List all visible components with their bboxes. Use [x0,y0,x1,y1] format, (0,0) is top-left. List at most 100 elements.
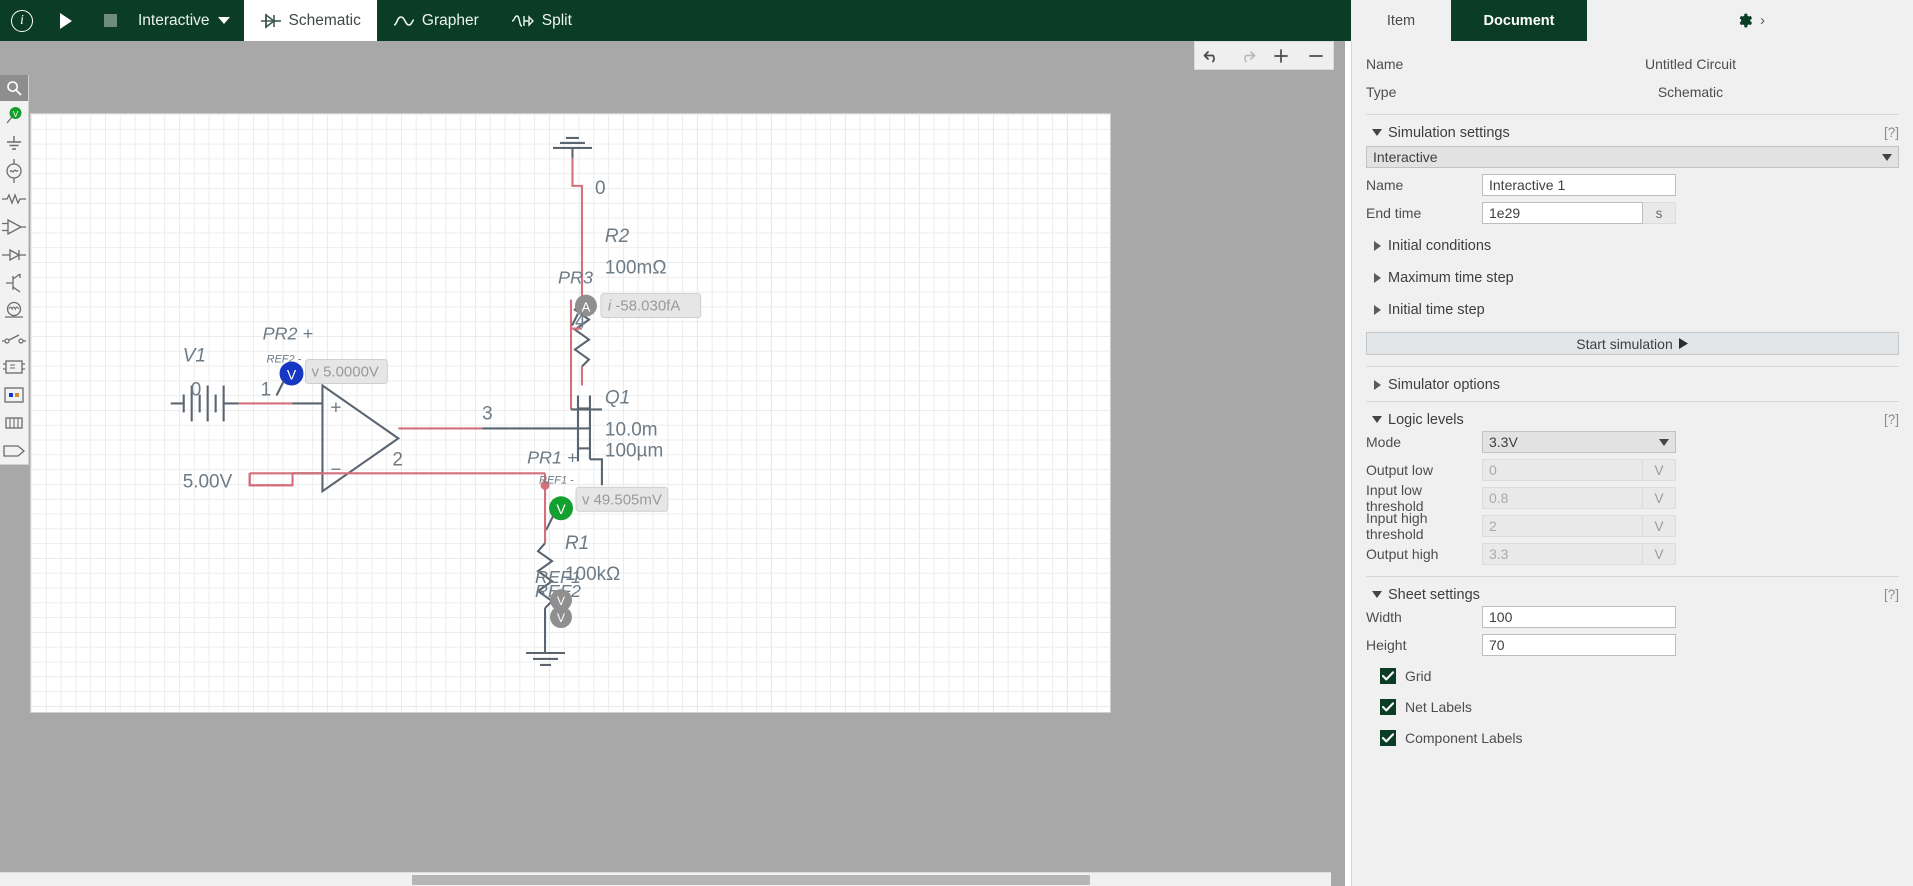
stop-icon[interactable] [88,0,132,41]
section-logic-levels[interactable]: Logic levels [?] [1366,401,1899,428]
logic-mode-row: Mode 3.3V [1366,431,1899,453]
end-time-label: End time [1366,205,1422,221]
doc-name-row: Name Untitled Circuit [1366,53,1899,75]
search-icon [7,81,22,96]
section-sheet-settings[interactable]: Sheet settings [?] [1366,576,1899,603]
section-maximum-time-step[interactable]: Maximum time step [1366,266,1899,290]
checkbox-component-labels[interactable]: Component Labels [1380,726,1899,749]
gear-icon [1739,13,1752,28]
tab-split[interactable]: Split [495,0,588,41]
sheet-settings-title: Sheet settings [1388,586,1480,603]
motor-tool[interactable] [0,297,28,325]
checkbox-net-labels-label: Net Labels [1405,698,1472,715]
initial-time-step-title: Initial time step [1388,302,1485,318]
sheet-settings-help-icon[interactable]: [?] [1884,587,1899,602]
PR1-label: PR1 + [527,447,577,467]
logic-mode-dropdown[interactable]: 3.3V [1482,431,1676,453]
resistor-tool[interactable] [0,185,28,213]
checkbox-net-labels[interactable]: Net Labels [1380,695,1899,718]
checkbox-grid-box[interactable] [1380,667,1396,684]
horizontal-scroll-thumb[interactable] [412,875,1090,885]
expand-chevron-icon[interactable]: › [1760,12,1765,29]
section-simulator-options[interactable]: Simulator options [1366,366,1899,393]
label-tool[interactable] [0,437,28,465]
simulation-help-icon[interactable]: [?] [1884,125,1899,140]
subcircuit-icon [4,387,24,403]
output-low-unit: V [1643,459,1676,481]
search-tool-button[interactable] [0,75,28,101]
analysis-type-dropdown[interactable]: Interactive [1366,146,1899,168]
input-high-threshold-input: 2 [1482,515,1643,537]
zoom-in-button[interactable] [1267,45,1295,67]
redo-icon[interactable] [1233,45,1261,67]
motor-icon [5,301,23,318]
PR3-label: PR3 [558,268,593,288]
start-simulation-label: Start simulation [1576,335,1673,352]
section-simulation-settings[interactable]: Simulation settings [?] [1366,114,1899,141]
schematic-canvas[interactable]: .wire{stroke:#d4707c;stroke-width:2.1;fi… [0,41,1345,886]
connector-tool[interactable] [0,409,28,437]
simulation-mode-dropdown[interactable]: Interactive [132,0,244,41]
doc-type-row: Type Schematic [1366,81,1899,103]
tab-document-label: Document [1483,12,1555,29]
horizontal-scrollbar[interactable] [0,872,1331,886]
transistor-tool[interactable] [0,269,28,297]
end-time-input[interactable]: 1e29 [1482,202,1643,224]
tab-schematic[interactable]: Schematic [243,0,377,41]
checkbox-grid[interactable]: Grid [1380,664,1899,687]
checkbox-grid-label: Grid [1405,667,1432,684]
collapse-triangle-icon [1366,129,1388,136]
ground-symbol-bottom [526,651,565,667]
resistor-icon [2,193,26,205]
section-initial-conditions[interactable]: Initial conditions [1366,234,1899,258]
checkbox-net-labels-box[interactable] [1380,698,1396,715]
settings-button[interactable]: › [1587,0,1913,41]
doc-name-label: Name [1366,56,1404,72]
diode-tool[interactable] [0,241,28,269]
input-low-threshold-input: 0.8 [1482,487,1643,509]
net-label-0-left: 0 [191,379,202,400]
source-tool[interactable] [0,157,28,185]
output-high-label: Output high [1366,546,1439,562]
sim-name-input[interactable]: Interactive 1 [1482,174,1676,196]
R2-designator: R2 [605,226,630,247]
tab-item[interactable]: Item [1351,0,1451,41]
Q1-designator: Q1 [605,387,630,408]
chevron-down-icon [1659,438,1669,446]
svg-text:−: − [330,459,341,480]
split-icon [511,14,534,27]
start-simulation-button[interactable]: Start simulation [1366,332,1899,355]
input-high-threshold-unit: V [1643,515,1676,537]
opamp-tool[interactable] [0,213,28,241]
component-V1: V1 5.00V [170,346,239,492]
svg-text:V: V [13,110,19,119]
doc-type-label: Type [1366,84,1397,100]
logic-levels-help-icon[interactable]: [?] [1884,412,1899,427]
voltage-probe-tool[interactable]: V [0,101,28,129]
ic-tool[interactable] [0,353,28,381]
ground-tool[interactable] [0,129,28,157]
tab-document[interactable]: Document [1451,0,1587,41]
chevron-down-icon [217,17,230,24]
PR3-reading: i -58.030fA [608,298,680,315]
play-icon[interactable] [44,0,88,41]
zoom-out-button[interactable] [1302,45,1330,67]
ground-icon [7,136,21,150]
probe-icon: V [6,107,22,124]
subcircuit-tool[interactable] [0,381,28,409]
info-icon[interactable]: i [0,0,44,41]
checkbox-component-labels-box[interactable] [1380,729,1396,746]
sheet-width-input[interactable]: 100 [1482,606,1676,628]
section-initial-time-step[interactable]: Initial time step [1366,298,1899,322]
schematic-sheet[interactable]: .wire{stroke:#d4707c;stroke-width:2.1;fi… [30,113,1111,713]
net-label-2: 2 [392,449,403,470]
tab-grapher[interactable]: Grapher [377,0,495,41]
undo-icon[interactable] [1198,45,1226,67]
PR2-label: PR2 + [263,324,313,344]
simulator-options-title: Simulator options [1388,376,1501,393]
sheet-height-input[interactable]: 70 [1482,634,1676,656]
switch-tool[interactable] [0,325,28,353]
expand-triangle-icon [1366,273,1388,283]
ground-symbol-top [553,136,592,158]
sim-name-row: Name Interactive 1 [1366,174,1899,196]
